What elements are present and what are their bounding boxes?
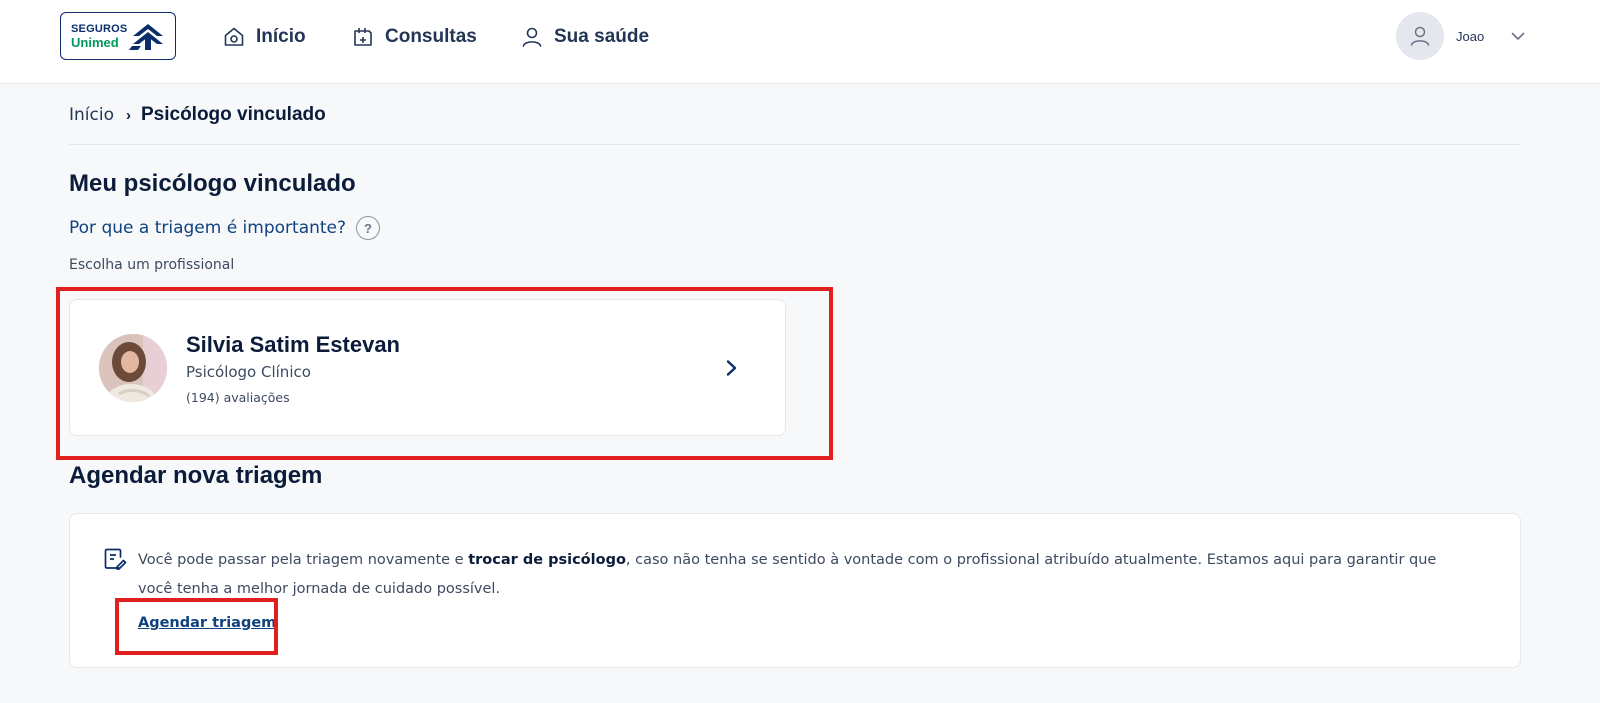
schedule-info-card: Você pode passar pela triagem novamente … bbox=[69, 513, 1521, 668]
nav-inicio-label: Início bbox=[256, 26, 306, 47]
chevron-down-icon[interactable] bbox=[1510, 28, 1526, 44]
chevron-right-icon[interactable] bbox=[721, 358, 741, 378]
avatar[interactable] bbox=[1396, 12, 1444, 60]
nav-sua-saude[interactable]: Sua saúde bbox=[520, 22, 649, 52]
nav-consultas[interactable]: Consultas bbox=[351, 22, 477, 52]
info-text-start: Você pode passar pela triagem novamente … bbox=[138, 552, 469, 568]
professional-name: Silvia Satim Estevan bbox=[186, 332, 400, 357]
user-menu[interactable]: Joao bbox=[1396, 12, 1526, 60]
schedule-triage-link[interactable]: Agendar triagem bbox=[138, 615, 276, 631]
nav-sua-saude-label: Sua saúde bbox=[554, 26, 650, 47]
nav-inicio[interactable]: Início bbox=[222, 22, 306, 52]
breadcrumb: Início › Psicólogo vinculado bbox=[69, 104, 326, 126]
choose-professional-label: Escolha um profissional bbox=[69, 257, 235, 273]
home-icon bbox=[224, 27, 244, 46]
professional-photo bbox=[99, 334, 167, 402]
help-icon[interactable]: ? bbox=[356, 216, 381, 240]
top-header: SEGUROS Unimed Início Consultas Sua saúd… bbox=[0, 0, 1600, 84]
logo-line1: SEGUROS bbox=[71, 23, 128, 35]
why-triage-link[interactable]: Por que a triagem é importante? ? bbox=[69, 216, 381, 240]
professional-card[interactable]: Silvia Satim Estevan Psicólogo Clínico (… bbox=[69, 299, 786, 436]
calendar-icon bbox=[354, 28, 372, 46]
page-title: Meu psicólogo vinculado bbox=[69, 170, 356, 197]
breadcrumb-divider bbox=[69, 144, 1521, 145]
why-triage-label: Por que a triagem é importante? bbox=[69, 218, 347, 238]
user-name: Joao bbox=[1456, 28, 1485, 44]
user-icon bbox=[1410, 26, 1430, 46]
schedule-section-title: Agendar nova triagem bbox=[69, 462, 323, 489]
schedule-info-text: Você pode passar pela triagem novamente … bbox=[138, 546, 1468, 604]
info-text-bold: trocar de psicólogo bbox=[468, 552, 626, 568]
nav-consultas-label: Consultas bbox=[385, 26, 477, 47]
breadcrumb-separator: › bbox=[125, 106, 131, 124]
person-icon bbox=[522, 27, 542, 47]
seguros-unimed-logo[interactable]: SEGUROS Unimed bbox=[60, 12, 176, 60]
logo-arrows-icon bbox=[129, 24, 163, 50]
document-edit-icon bbox=[104, 548, 127, 570]
logo-line2: Unimed bbox=[71, 35, 119, 50]
breadcrumb-current: Psicólogo vinculado bbox=[140, 104, 326, 125]
professional-reviews: (194) avaliações bbox=[186, 390, 290, 405]
breadcrumb-home[interactable]: Início bbox=[69, 105, 114, 125]
professional-role: Psicólogo Clínico bbox=[186, 363, 311, 381]
